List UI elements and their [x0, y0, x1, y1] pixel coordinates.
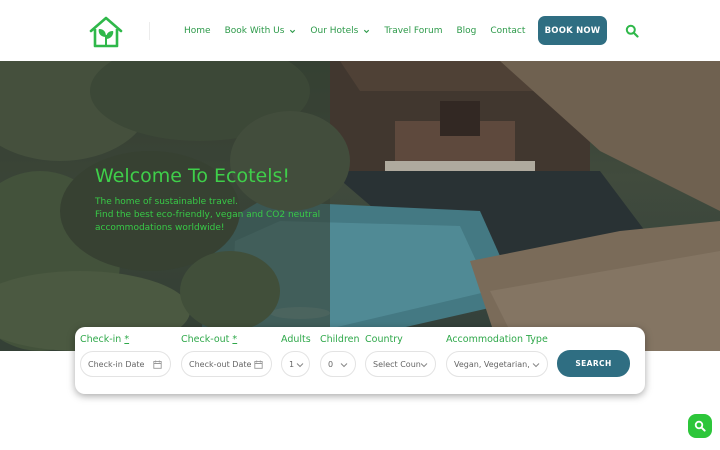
children-value: 0 [328, 359, 334, 369]
search-button[interactable]: SEARCH [557, 350, 630, 377]
chevron-down-icon [296, 363, 304, 368]
checkout-date-field[interactable]: Check-out Date [181, 351, 272, 377]
calendar-icon [153, 360, 162, 369]
chevron-down-icon [340, 363, 348, 368]
calendar-icon [254, 360, 263, 369]
chevron-down-icon [420, 363, 428, 368]
nav-item-travel-forum[interactable]: Travel Forum [384, 26, 442, 36]
eco-house-leaf-icon[interactable] [88, 15, 124, 49]
nav-item-label: Blog [456, 26, 477, 36]
hero-title: Welcome To Ecotels! [95, 165, 291, 187]
booking-search-form: Check-in * Check-in Date Check-out * Che… [75, 327, 645, 394]
checkin-label: Check-in * [80, 334, 129, 345]
adults-select[interactable]: 1 [281, 351, 310, 377]
country-select[interactable]: Select Country [365, 351, 436, 377]
required-mark: * [232, 334, 238, 345]
nav-item-label: Our Hotels [310, 26, 359, 36]
accommodation-type-select[interactable]: Vegan, Vegetarian, S [446, 351, 548, 377]
required-mark: * [124, 334, 130, 345]
main-nav: Home Book With Us Our Hotels Travel Foru… [184, 24, 539, 38]
country-label: Country [365, 334, 403, 345]
nav-item-label: Book With Us [224, 26, 285, 36]
accommodation-type-label: Accommodation Type [446, 334, 548, 345]
checkin-label-text: Check-in [80, 334, 122, 345]
checkout-label: Check-out * [181, 334, 237, 345]
nav-item-label: Travel Forum [384, 26, 443, 36]
adults-value: 1 [289, 359, 295, 369]
header-divider [149, 22, 150, 40]
checkout-date-placeholder: Check-out Date [189, 359, 252, 369]
search-icon [694, 420, 706, 432]
chevron-down-icon [532, 363, 540, 368]
search-icon[interactable] [625, 24, 639, 38]
hero-subtitle-line: Find the best eco-friendly, vegan and CO… [95, 210, 321, 220]
checkin-date-placeholder: Check-in Date [88, 359, 145, 369]
children-select[interactable]: 0 [320, 351, 356, 377]
hero-subtitle-line: accommodations worldwide! [95, 223, 225, 233]
checkout-label-text: Check-out [181, 334, 230, 345]
adults-label: Adults [281, 334, 311, 345]
nav-item-home[interactable]: Home [184, 26, 211, 36]
nav-item-our-hotels[interactable]: Our Hotels [310, 26, 370, 36]
chevron-down-icon [290, 29, 296, 33]
floating-search-button[interactable] [688, 414, 712, 438]
chevron-down-icon [364, 29, 370, 33]
accommodation-type-value: Vegan, Vegetarian, S [454, 359, 532, 369]
checkin-date-field[interactable]: Check-in Date [80, 351, 171, 377]
nav-item-label: Contact [490, 26, 526, 36]
nav-item-book-with-us[interactable]: Book With Us [225, 26, 297, 36]
nav-item-contact[interactable]: Contact [490, 26, 525, 36]
page: Home Book With Us Our Hotels Travel Foru… [0, 0, 720, 450]
hero-subtitle: The home of sustainable travel. Find the… [95, 196, 335, 235]
country-value: Select Country [373, 359, 421, 369]
book-now-button[interactable]: BOOK NOW [538, 16, 607, 45]
hero-subtitle-line: The home of sustainable travel. [95, 197, 238, 207]
children-label: Children [320, 334, 360, 345]
site-header: Home Book With Us Our Hotels Travel Foru… [0, 0, 720, 61]
hero-banner: Welcome To Ecotels! The home of sustaina… [0, 61, 720, 351]
nav-item-label: Home [184, 26, 211, 36]
nav-item-blog[interactable]: Blog [456, 26, 476, 36]
